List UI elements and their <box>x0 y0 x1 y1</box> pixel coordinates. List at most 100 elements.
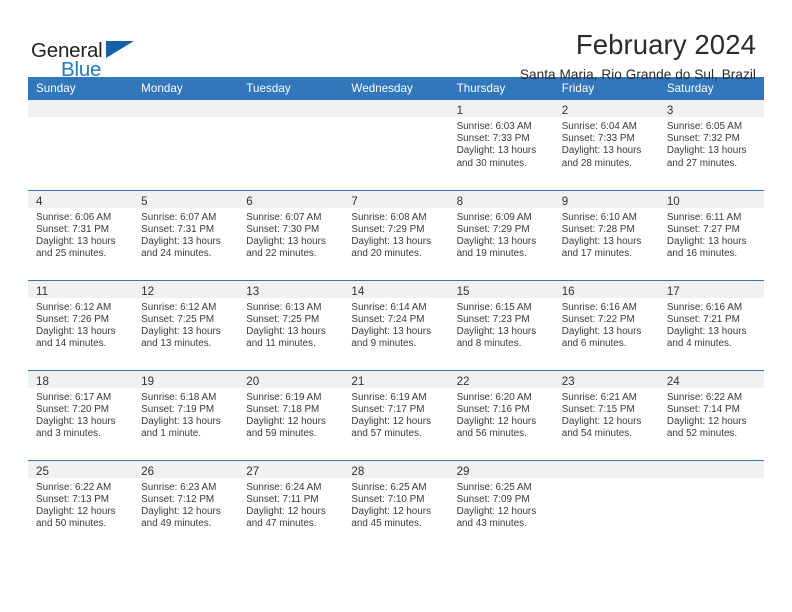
daylight-text-line2: and 28 minutes. <box>561 157 632 169</box>
calendar-day-cell[interactable]: 8 Sunrise: 6:09 AM Sunset: 7:29 PM Daylight… <box>448 189 554 280</box>
calendar-day-cell[interactable]: 25 Sunrise: 6:22 AM Sunset: 7:13 PM Dayligh… <box>28 459 134 551</box>
day-cell-inner: 8 Sunrise: 6:09 AM Sunset: 7:29 PM Daylight… <box>448 190 554 280</box>
daylight-text-line1: Daylight: 12 hours <box>456 505 537 517</box>
calendar-day-cell[interactable]: 9 Sunrise: 6:10 AM Sunset: 7:28 PM Daylight… <box>553 189 659 280</box>
sunset-text: Sunset: 7:31 PM <box>36 223 110 235</box>
sunset-text: Sunset: 7:33 PM <box>456 133 530 145</box>
day-number-band <box>658 460 764 478</box>
daylight-text-line1: Daylight: 12 hours <box>141 505 221 517</box>
calendar-day-cell[interactable]: 21 Sunrise: 6:19 AM Sunset: 7:17 PM Dayligh… <box>343 369 449 460</box>
calendar-day-cell[interactable]: 17 Sunrise: 6:16 AM Sunset: 7:21 PM Dayligh… <box>658 279 764 370</box>
daylight-text-line1: Daylight: 13 hours <box>36 415 116 427</box>
calendar-day-cell[interactable]: 16 Sunrise: 6:16 AM Sunset: 7:22 PM Dayligh… <box>553 279 659 370</box>
calendar-day-cell[interactable]: 1 Sunrise: 6:03 AM Sunset: 7:33 PM Daylight… <box>448 100 554 190</box>
calendar-day-cell[interactable]: 11 Sunrise: 6:12 AM Sunset: 7:26 PM Dayligh… <box>28 279 134 370</box>
day-number: 17 <box>666 284 680 298</box>
daylight-text-line1: Daylight: 13 hours <box>351 235 432 247</box>
sunset-text: Sunset: 7:26 PM <box>36 313 110 325</box>
sunrise-text: Sunrise: 6:23 AM <box>141 481 217 493</box>
calendar-day-cell[interactable]: 27 Sunrise: 6:24 AM Sunset: 7:11 PM Dayligh… <box>238 459 344 550</box>
calendar-day-cell[interactable]: 22 Sunrise: 6:20 AM Sunset: 7:16 PM Dayligh… <box>448 369 554 460</box>
calendar-day-cell[interactable]: 15 Sunrise: 6:15 AM Sunset: 7:23 PM Dayligh… <box>448 279 554 370</box>
daylight-text-line1: Daylight: 12 hours <box>36 505 116 517</box>
daylight-text-line2: and 30 minutes. <box>456 157 527 169</box>
sunrise-text: Sunrise: 6:14 AM <box>351 301 427 313</box>
day-number-band: 21 <box>343 370 449 388</box>
calendar-day-cell[interactable]: 12 Sunrise: 6:12 AM Sunset: 7:25 PM Dayligh… <box>133 279 239 370</box>
calendar-day-cell[interactable]: 4 Sunrise: 6:06 AM Sunset: 7:31 PM Daylight… <box>28 189 134 280</box>
calendar-day-cell[interactable]: 18 Sunrise: 6:17 AM Sunset: 7:20 PM Dayligh… <box>28 369 134 460</box>
day-cell-inner: 6 Sunrise: 6:07 AM Sunset: 7:30 PM Daylight… <box>238 190 344 280</box>
day-number-band: 12 <box>133 280 239 298</box>
daylight-text-line2: and 59 minutes. <box>246 428 317 440</box>
daylight-text-line2: and 52 minutes. <box>666 428 738 440</box>
day-cell-inner: 22 Sunrise: 6:20 AM Sunset: 7:16 PM Dayligh… <box>448 370 554 460</box>
calendar-day-cell[interactable]: 20 Sunrise: 6:19 AM Sunset: 7:18 PM Dayligh… <box>238 369 344 460</box>
day-number-band: 24 <box>658 370 764 388</box>
sunset-text: Sunset: 7:11 PM <box>246 493 319 505</box>
day-cell-inner: 9 Sunrise: 6:10 AM Sunset: 7:28 PM Daylight… <box>553 190 659 280</box>
calendar-container: Sunday Monday Tuesday Wednesday Thursday Frid… <box>0 77 792 550</box>
day-number-band: 16 <box>553 280 659 298</box>
day-cell-inner <box>343 100 449 190</box>
calendar-day-cell[interactable]: 2 Sunrise: 6:04 AM Sunset: 7:33 PM Daylight… <box>553 100 659 190</box>
day-number-band <box>28 100 134 117</box>
calendar-day-cell[interactable]: 13 Sunrise: 6:13 AM Sunset: 7:25 PM Dayligh… <box>238 279 344 370</box>
daylight-text-line1: Daylight: 13 hours <box>246 235 326 247</box>
sunset-text: Sunset: 7:17 PM <box>351 403 425 415</box>
day-cell-inner: 13 Sunrise: 6:13 AM Sunset: 7:25 PM Dayligh… <box>238 280 344 370</box>
day-number-band <box>343 100 449 117</box>
sunset-text: Sunset: 7:25 PM <box>246 313 320 325</box>
daylight-text-line1: Daylight: 12 hours <box>561 415 642 427</box>
daylight-text-line2: and 20 minutes. <box>351 248 422 260</box>
day-details: Sunrise: 6:15 AM Sunset: 7:23 PM Daylight:… <box>449 298 554 351</box>
calendar-body: 1 Sunrise: 6:03 AM Sunset: 7:33 PM Daylight… <box>28 100 764 550</box>
sunset-text: Sunset: 7:27 PM <box>666 223 740 235</box>
sunset-text: Sunset: 7:22 PM <box>561 313 635 325</box>
brand-logo[interactable]: General Blue <box>30 30 150 81</box>
day-number-band <box>133 100 239 117</box>
day-number: 10 <box>666 194 680 208</box>
calendar-day-cell[interactable]: 7 Sunrise: 6:08 AM Sunset: 7:29 PM Daylight… <box>343 189 449 280</box>
day-number: 8 <box>456 194 464 208</box>
sunrise-text: Sunrise: 6:12 AM <box>36 301 112 313</box>
day-number-band: 13 <box>238 280 344 298</box>
daylight-text-line1: Daylight: 13 hours <box>666 235 747 247</box>
day-cell-inner: 25 Sunrise: 6:22 AM Sunset: 7:13 PM Dayligh… <box>28 460 134 551</box>
day-cell-inner: 21 Sunrise: 6:19 AM Sunset: 7:17 PM Dayligh… <box>343 370 449 460</box>
day-number-band: 26 <box>133 460 239 478</box>
sunset-text: Sunset: 7:19 PM <box>141 403 215 415</box>
calendar-day-cell[interactable]: 23 Sunrise: 6:21 AM Sunset: 7:15 PM Dayligh… <box>553 369 659 460</box>
calendar-day-cell[interactable]: 24 Sunrise: 6:22 AM Sunset: 7:14 PM Dayligh… <box>658 369 764 460</box>
day-number-band: 3 <box>658 100 764 117</box>
calendar-day-cell[interactable]: 19 Sunrise: 6:18 AM Sunset: 7:19 PM Dayligh… <box>133 369 239 460</box>
calendar-day-cell[interactable]: 6 Sunrise: 6:07 AM Sunset: 7:30 PM Daylight… <box>238 189 344 280</box>
day-details: Sunrise: 6:16 AM Sunset: 7:22 PM Daylight:… <box>554 298 659 351</box>
day-cell-inner: 16 Sunrise: 6:16 AM Sunset: 7:22 PM Dayligh… <box>553 280 659 370</box>
daylight-text-line2: and 8 minutes. <box>456 338 522 350</box>
sunset-text: Sunset: 7:32 PM <box>666 133 740 145</box>
day-details: Sunrise: 6:25 AM Sunset: 7:09 PM Daylight:… <box>449 478 554 531</box>
calendar-day-cell[interactable]: 10 Sunrise: 6:11 AM Sunset: 7:27 PM Dayligh… <box>658 189 764 280</box>
day-number: 20 <box>246 374 260 388</box>
day-number: 18 <box>36 374 49 388</box>
sunset-text: Sunset: 7:16 PM <box>456 403 530 415</box>
sunrise-text: Sunrise: 6:11 AM <box>666 211 742 223</box>
sunrise-text: Sunrise: 6:20 AM <box>456 391 532 403</box>
day-details: Sunrise: 6:18 AM Sunset: 7:19 PM Daylight:… <box>133 388 238 441</box>
day-details: Sunrise: 6:12 AM Sunset: 7:25 PM Daylight:… <box>133 298 238 351</box>
daylight-text-line2: and 3 minutes. <box>36 428 101 440</box>
day-number-band: 1 <box>448 100 554 117</box>
day-number: 4 <box>36 194 43 208</box>
calendar-day-cell[interactable]: 29 Sunrise: 6:25 AM Sunset: 7:09 PM Dayligh… <box>448 459 554 550</box>
sunset-text: Sunset: 7:21 PM <box>666 313 740 325</box>
day-cell-inner: 4 Sunrise: 6:06 AM Sunset: 7:31 PM Daylight… <box>28 190 134 280</box>
calendar-day-cell[interactable]: 28 Sunrise: 6:25 AM Sunset: 7:10 PM Dayligh… <box>343 459 449 550</box>
day-number: 13 <box>246 284 260 298</box>
calendar-day-cell[interactable]: 26 Sunrise: 6:23 AM Sunset: 7:12 PM Dayligh… <box>133 459 239 550</box>
calendar-day-cell[interactable]: 5 Sunrise: 6:07 AM Sunset: 7:31 PM Daylight… <box>133 189 239 280</box>
daylight-text-line1: Daylight: 13 hours <box>456 325 537 337</box>
calendar-day-cell[interactable]: 14 Sunrise: 6:14 AM Sunset: 7:24 PM Dayligh… <box>343 279 449 370</box>
day-number-band: 14 <box>343 280 449 298</box>
calendar-day-cell[interactable]: 3 Sunrise: 6:05 AM Sunset: 7:32 PM Daylight… <box>658 100 764 190</box>
